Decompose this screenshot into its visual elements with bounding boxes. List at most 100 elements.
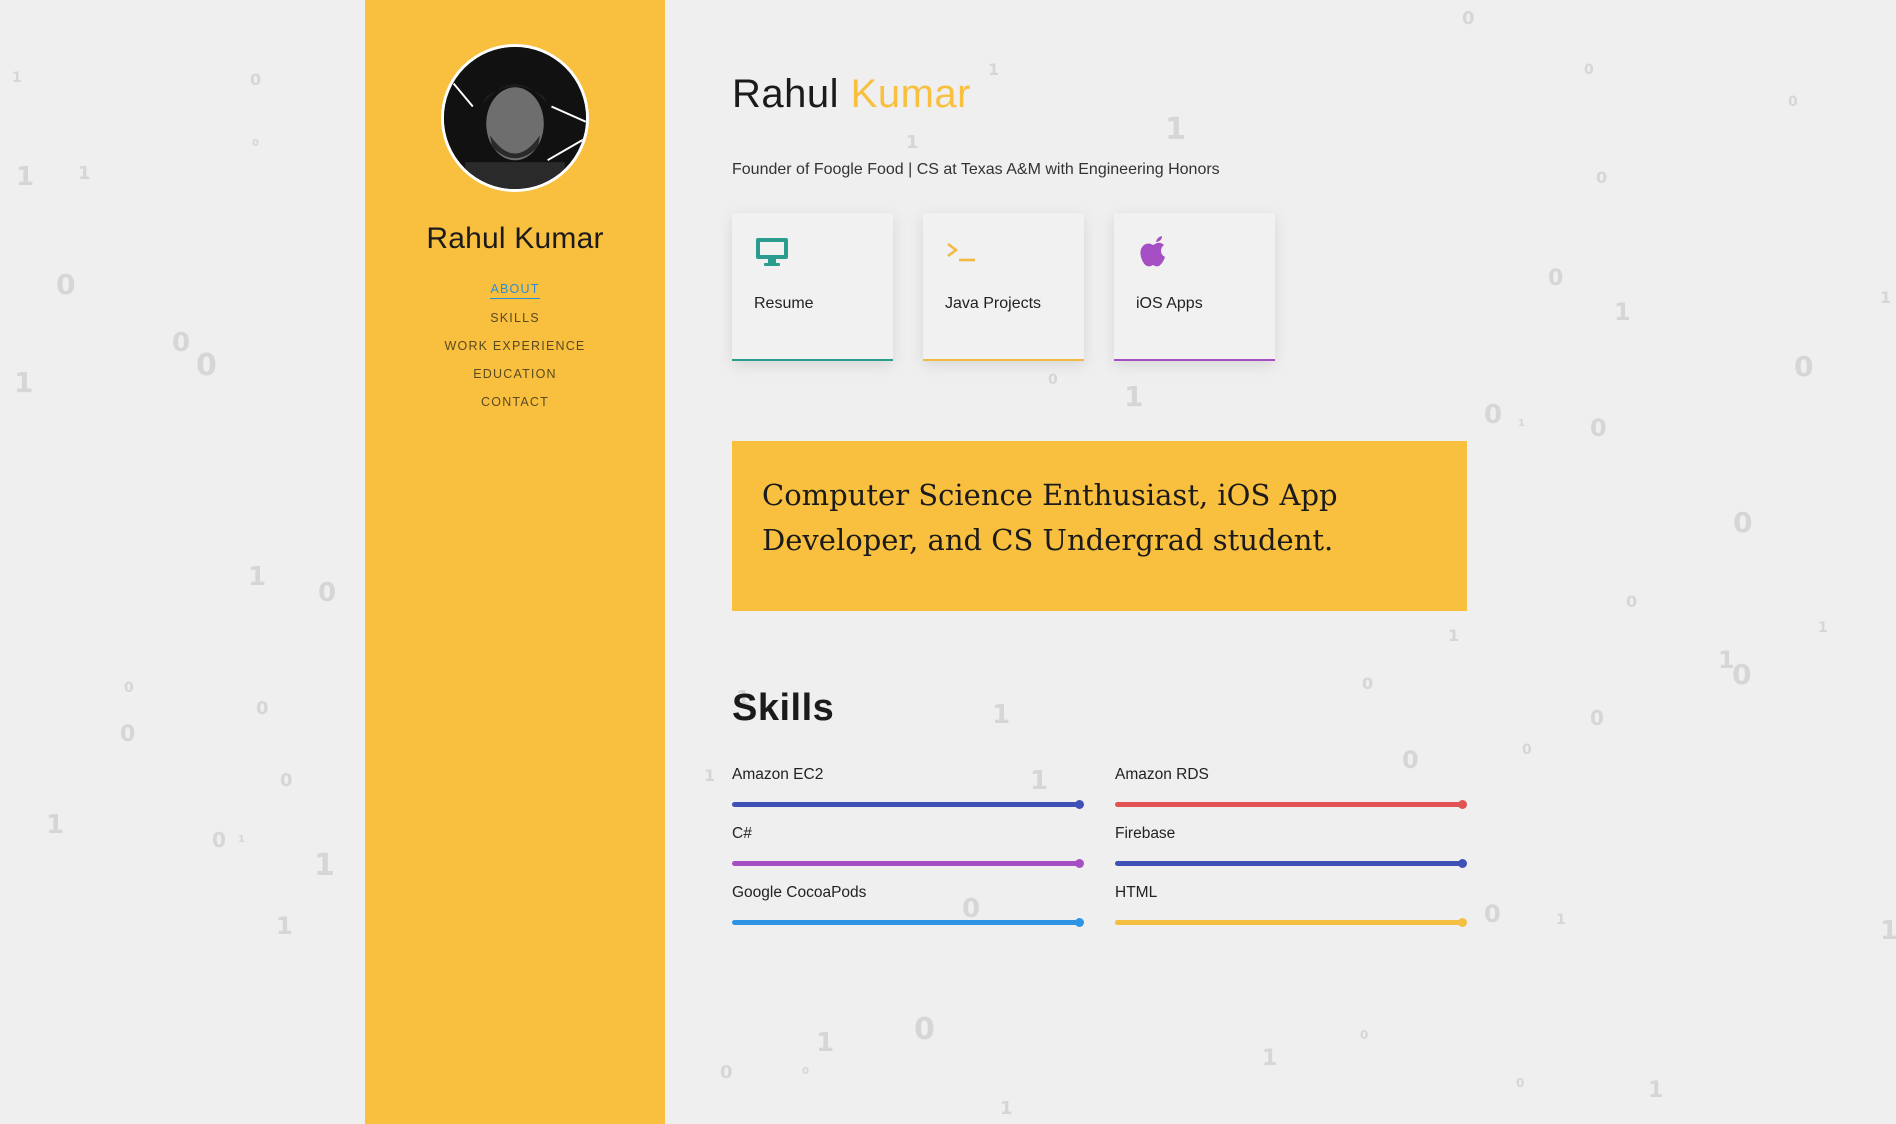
sidebar-name: Rahul Kumar (426, 222, 604, 255)
resume-card-label: Resume (754, 295, 814, 312)
skill-bar-fill (732, 920, 1080, 925)
binary-digit: 1 (16, 162, 35, 192)
binary-digit: 0 (1788, 94, 1798, 110)
main-content: Rahul Kumar Founder of Foogle Food | CS … (732, 0, 1532, 927)
skill-bar-fill (1115, 802, 1463, 807)
java-projects-card-label: Java Projects (945, 295, 1042, 312)
binary-digit: 1 (46, 810, 65, 840)
binary-digit: 0 (1733, 506, 1753, 539)
skill-bar (732, 800, 1084, 809)
skill-name: HTML (1115, 884, 1158, 901)
java-projects-card-underline (923, 359, 1084, 361)
binary-digit: 0 (196, 348, 217, 383)
skill-bar-knob (1458, 918, 1467, 927)
skill-bar-knob (1458, 859, 1467, 868)
binary-digit: 0 (212, 828, 226, 852)
ios-apps-card[interactable]: iOS Apps (1114, 213, 1275, 361)
skill-name: Amazon EC2 (732, 766, 824, 783)
skill-bar-fill (1115, 861, 1463, 866)
binary-digit: 0 (1516, 1076, 1525, 1090)
java-projects-card[interactable]: Java Projects (923, 213, 1084, 361)
binary-digit: 1 (704, 766, 716, 785)
binary-digit: 0 (172, 328, 191, 358)
binary-digit: 1 (1000, 1098, 1013, 1119)
skill-bar-knob (1075, 918, 1084, 927)
binary-digit: 0 (252, 138, 259, 149)
nav-link-work-experience[interactable]: WORK EXPERIENCE (445, 333, 586, 361)
binary-digit: 0 (56, 268, 76, 301)
skill-bar-fill (1115, 920, 1463, 925)
skill-bar (732, 859, 1084, 868)
apple-icon (1140, 236, 1165, 267)
binary-digit: 0 (720, 1062, 733, 1083)
binary-digit: 1 (1718, 646, 1735, 674)
skill-bar-knob (1075, 859, 1084, 868)
terminal-icon (947, 242, 975, 262)
binary-digit: 1 (12, 70, 22, 86)
binary-digit: 1 (1818, 620, 1828, 636)
binary-digit: 0 (124, 680, 134, 696)
nav-link-education[interactable]: EDUCATION (473, 361, 557, 389)
binary-digit: 1 (1262, 1046, 1278, 1071)
resume-card[interactable]: Resume (732, 213, 893, 361)
binary-digit: 0 (280, 770, 293, 791)
skill-item: Amazon EC2 (732, 766, 1084, 809)
skill-item: C# (732, 825, 1084, 868)
page-title: Rahul Kumar (732, 72, 1532, 117)
binary-digit: 0 (1590, 706, 1604, 730)
skill-bar (1115, 800, 1467, 809)
skill-bar (1115, 859, 1467, 868)
binary-digit: 0 (1360, 1028, 1369, 1042)
desktop-icon (756, 238, 788, 266)
skill-bar-fill (732, 802, 1080, 807)
skill-bar (1115, 918, 1467, 927)
ios-apps-card-label: iOS Apps (1136, 295, 1203, 312)
binary-digit: 0 (318, 578, 337, 608)
binary-digit: 1 (1556, 912, 1566, 928)
link-cards: Resume Java Projects iOS Apps (732, 213, 1532, 361)
binary-digit: 0 (120, 722, 136, 747)
binary-digit: 1 (816, 1028, 835, 1058)
skill-item: HTML (1115, 884, 1467, 927)
binary-digit: 1 (14, 366, 34, 399)
skill-bar-fill (732, 861, 1080, 866)
ios-apps-card-underline (1114, 359, 1275, 361)
binary-digit: 1 (276, 912, 293, 940)
skill-item: Firebase (1115, 825, 1467, 868)
skill-name: Google CocoaPods (732, 884, 867, 901)
skill-name: C# (732, 825, 752, 842)
tagline-banner: Computer Science Enthusiast, iOS App Dev… (732, 441, 1467, 611)
binary-digit: 0 (1590, 414, 1607, 442)
sidebar-nav: ABOUT SKILLS WORK EXPERIENCE EDUCATION C… (445, 276, 586, 417)
binary-digit: 1 (1648, 1078, 1664, 1103)
binary-digit: 0 (256, 698, 269, 719)
binary-digit: 0 (1596, 168, 1608, 187)
binary-digit: 1 (1614, 298, 1631, 326)
binary-digit: 0 (1794, 350, 1814, 383)
skills-heading: Skills (732, 687, 835, 729)
sidebar: Rahul Kumar ABOUT SKILLS WORK EXPERIENCE… (365, 0, 665, 1124)
nav-link-about[interactable]: ABOUT (490, 276, 540, 299)
binary-digit: 0 (1548, 266, 1564, 291)
binary-digit: 0 (1732, 658, 1752, 691)
avatar-photo (444, 47, 586, 189)
page: 1001100011000001011100011100110001100011… (0, 0, 1896, 1124)
skill-name: Firebase (1115, 825, 1176, 842)
skill-bar-knob (1458, 800, 1467, 809)
binary-digit: 1 (1880, 288, 1892, 307)
nav-link-contact[interactable]: CONTACT (481, 389, 549, 417)
skill-bar (732, 918, 1084, 927)
binary-digit: 0 (1626, 592, 1638, 611)
title-last-name: Kumar (850, 72, 971, 116)
binary-digit: 0 (1584, 62, 1594, 78)
binary-digit: 0 (914, 1012, 935, 1047)
skill-name: Amazon RDS (1115, 766, 1209, 783)
binary-digit: 0 (250, 70, 262, 89)
avatar (441, 44, 589, 192)
nav-link-skills[interactable]: SKILLS (490, 305, 540, 333)
skill-item: Amazon RDS (1115, 766, 1467, 809)
skills-grid: Amazon EC2 Amazon RDS C# Firebase Google Coc… (732, 766, 1467, 927)
resume-card-underline (732, 359, 893, 361)
page-subtitle: Founder of Foogle Food | CS at Texas A&M… (732, 161, 1220, 178)
binary-digit: 1 (238, 834, 245, 845)
